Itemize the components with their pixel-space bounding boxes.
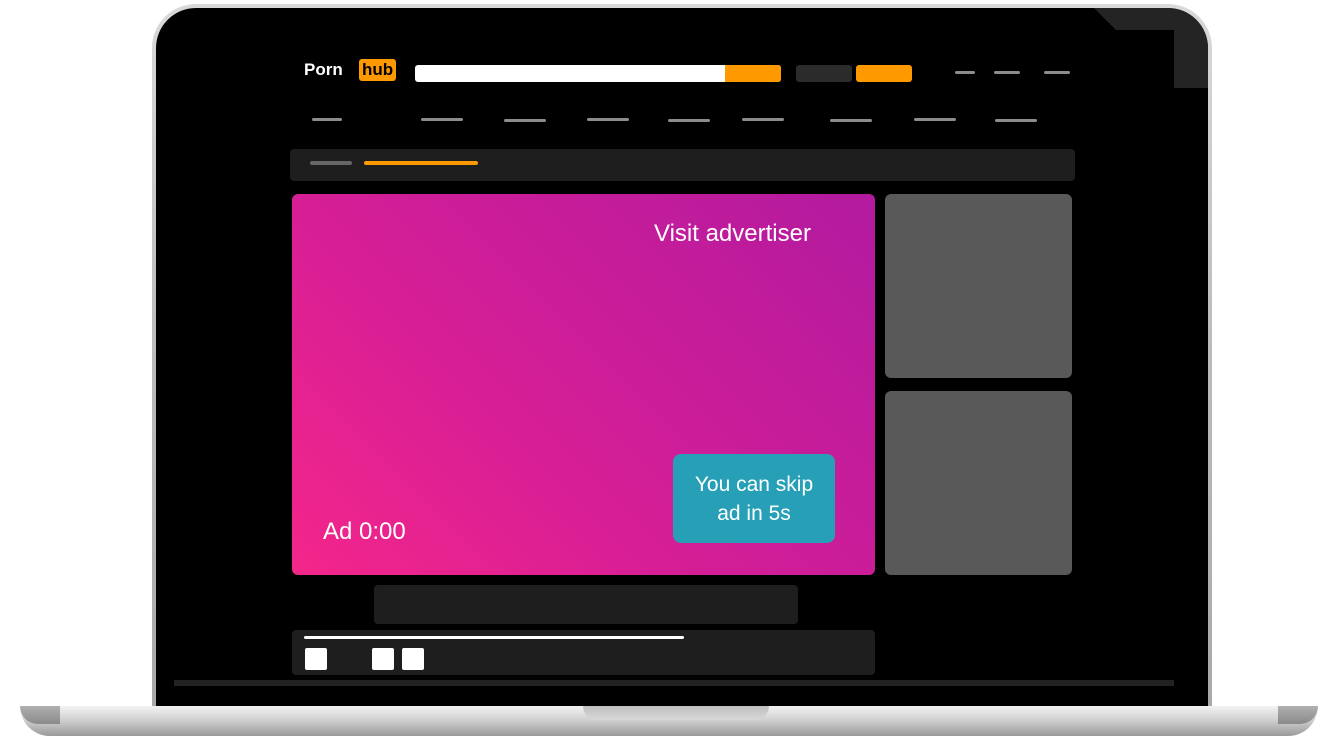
skip-ad-line-2: ad in 5s	[717, 501, 791, 525]
header-icon-1[interactable]	[955, 71, 975, 74]
premium-button[interactable]	[856, 65, 912, 82]
settings-button[interactable]	[402, 648, 424, 670]
nav-item-3[interactable]	[504, 119, 546, 122]
header-icon-2[interactable]	[994, 71, 1020, 74]
skip-ad-line-1: You can skip	[694, 472, 814, 496]
nav-item-6[interactable]	[742, 118, 784, 121]
breadcrumb-item-2[interactable]	[364, 161, 478, 165]
screen-bottom-strip	[174, 680, 1174, 686]
progress-bar[interactable]	[304, 636, 684, 639]
upload-button[interactable]	[796, 65, 852, 82]
play-button[interactable]	[305, 648, 327, 670]
laptop-screen: Porn hub Visit advertiser Ad 0:00 You ca…	[174, 30, 1174, 686]
sidebar-thumbnail-2[interactable]	[885, 391, 1072, 575]
laptop-notch	[583, 706, 769, 720]
breadcrumb-item-1[interactable]	[310, 161, 352, 165]
nav-item-5[interactable]	[668, 119, 710, 122]
site-logo-text[interactable]: Porn	[304, 60, 343, 80]
video-title-bar	[374, 585, 798, 624]
header-icon-3[interactable]	[1044, 71, 1070, 74]
skip-ad-button[interactable]: You can skip ad in 5s	[673, 454, 835, 543]
nav-item-1[interactable]	[312, 118, 342, 121]
breadcrumb	[290, 149, 1075, 181]
nav-item-2[interactable]	[421, 118, 463, 121]
nav-item-9[interactable]	[995, 119, 1037, 122]
nav-item-4[interactable]	[587, 118, 629, 121]
volume-button[interactable]	[372, 648, 394, 670]
search-button[interactable]	[725, 65, 781, 82]
sidebar-thumbnail-1[interactable]	[885, 194, 1072, 378]
site-logo-badge[interactable]: hub	[359, 59, 397, 81]
ad-timer: Ad 0:00	[323, 518, 406, 545]
visit-advertiser-link[interactable]: Visit advertiser	[654, 220, 811, 248]
nav-item-7[interactable]	[830, 119, 872, 122]
nav-item-8[interactable]	[914, 118, 956, 121]
